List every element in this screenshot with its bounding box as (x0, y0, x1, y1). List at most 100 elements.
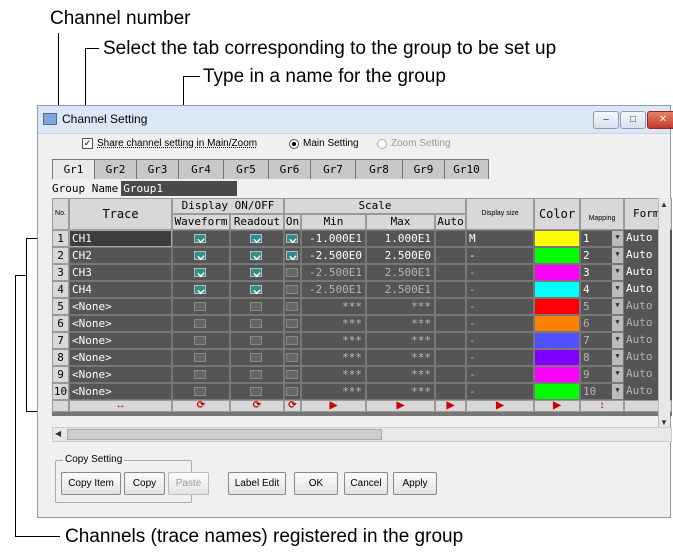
tab-gr4[interactable]: Gr4 (178, 159, 224, 179)
readout-checkbox[interactable] (250, 302, 262, 311)
mapping-select[interactable]: 1 ▼ (580, 230, 624, 247)
horizontal-scrollbar[interactable]: ◀ (52, 427, 672, 442)
readout-checkbox[interactable] (250, 370, 262, 379)
scroll-up-icon[interactable]: ▲ (660, 200, 668, 209)
paste-button[interactable]: Paste (168, 472, 209, 495)
scale-on-checkbox[interactable] (286, 268, 298, 277)
scale-max-field[interactable]: 2.500E0 (366, 247, 435, 264)
scale-min-field[interactable]: -2.500E1 (301, 281, 366, 298)
readout-checkbox[interactable] (250, 336, 262, 345)
waveform-checkbox[interactable] (194, 285, 206, 294)
scale-min-field[interactable]: -2.500E0 (301, 247, 366, 264)
trace-select[interactable]: <None> (69, 332, 172, 349)
trace-select[interactable]: <None> (69, 315, 172, 332)
scale-max-field[interactable]: *** (366, 315, 435, 332)
scale-auto-button[interactable] (435, 281, 466, 298)
tab-gr1[interactable]: Gr1 (52, 159, 95, 179)
scale-auto-button[interactable] (435, 230, 466, 247)
trace-select[interactable]: CH1 (69, 230, 172, 247)
scale-max-field[interactable]: *** (366, 349, 435, 366)
zoom-setting-option[interactable]: Zoom Setting (377, 138, 450, 149)
chevron-down-icon[interactable]: ▼ (612, 367, 623, 382)
color-swatch[interactable] (534, 298, 580, 315)
scale-max-field[interactable]: *** (366, 383, 435, 400)
scale-max-field[interactable]: 2.500E1 (366, 281, 435, 298)
scale-on-checkbox[interactable] (286, 234, 298, 243)
display-size-select[interactable]: - (466, 349, 534, 366)
scale-max-field[interactable]: *** (366, 298, 435, 315)
close-icon[interactable]: ✕ (647, 111, 673, 129)
chevron-down-icon[interactable]: ▼ (612, 384, 623, 399)
scroll-down-icon[interactable]: ▼ (660, 418, 668, 427)
color-swatch[interactable] (534, 264, 580, 281)
scale-on-checkbox[interactable] (286, 319, 298, 328)
vertical-scrollbar[interactable]: ▲ ▼ (658, 198, 670, 429)
display-size-select[interactable]: - (466, 383, 534, 400)
scale-min-field[interactable]: *** (301, 366, 366, 383)
readout-checkbox[interactable] (250, 353, 262, 362)
display-size-select[interactable]: - (466, 366, 534, 383)
chevron-down-icon[interactable]: ▼ (612, 248, 623, 263)
scroll-left-icon[interactable]: ◀ (55, 429, 61, 438)
color-swatch[interactable] (534, 366, 580, 383)
tab-gr3[interactable]: Gr3 (136, 159, 179, 179)
jump-icon[interactable]: ▶ (435, 400, 466, 412)
width-arrow-icon[interactable]: ↔ (69, 400, 172, 412)
display-size-select[interactable]: - (466, 247, 534, 264)
apply-button[interactable]: Apply (393, 472, 437, 495)
mapping-select[interactable]: 4 ▼ (580, 281, 624, 298)
waveform-checkbox[interactable] (194, 302, 206, 311)
mapping-select[interactable]: 6 ▼ (580, 315, 624, 332)
waveform-checkbox[interactable] (194, 234, 206, 243)
trace-select[interactable]: <None> (69, 349, 172, 366)
scale-min-field[interactable]: -1.000E1 (301, 230, 366, 247)
readout-checkbox[interactable] (250, 319, 262, 328)
color-swatch[interactable] (534, 281, 580, 298)
color-swatch[interactable] (534, 383, 580, 400)
trace-select[interactable]: CH4 (69, 281, 172, 298)
main-setting-option[interactable]: Main Setting (289, 138, 359, 149)
mapping-select[interactable]: 9 ▼ (580, 366, 624, 383)
scale-min-field[interactable]: *** (301, 332, 366, 349)
readout-checkbox[interactable] (250, 234, 262, 243)
chevron-down-icon[interactable]: ▼ (612, 282, 623, 297)
tab-gr7[interactable]: Gr7 (310, 159, 356, 179)
readout-checkbox[interactable] (250, 387, 262, 396)
group-name-input[interactable]: Group1 (121, 181, 238, 196)
scale-auto-button[interactable] (435, 298, 466, 315)
scale-max-field[interactable]: 2.500E1 (366, 264, 435, 281)
scale-on-checkbox[interactable] (286, 336, 298, 345)
share-checkbox[interactable]: ✓ (82, 138, 93, 149)
scale-on-checkbox[interactable] (286, 370, 298, 379)
cancel-button[interactable]: Cancel (344, 472, 388, 495)
display-size-select[interactable]: - (466, 332, 534, 349)
waveform-checkbox[interactable] (194, 268, 206, 277)
chevron-down-icon[interactable]: ▼ (612, 333, 623, 348)
scale-auto-button[interactable] (435, 366, 466, 383)
mapping-select[interactable]: 7 ▼ (580, 332, 624, 349)
scale-on-checkbox[interactable] (286, 285, 298, 294)
main-setting-radio[interactable] (289, 138, 299, 149)
waveform-checkbox[interactable] (194, 387, 206, 396)
color-swatch[interactable] (534, 247, 580, 264)
waveform-checkbox[interactable] (194, 336, 206, 345)
waveform-checkbox[interactable] (194, 251, 206, 260)
mapping-select[interactable]: 2 ▼ (580, 247, 624, 264)
scale-auto-button[interactable] (435, 332, 466, 349)
trace-select[interactable]: <None> (69, 383, 172, 400)
maximize-icon[interactable]: □ (620, 111, 646, 129)
color-swatch[interactable] (534, 349, 580, 366)
scale-min-field[interactable]: *** (301, 298, 366, 315)
scale-min-field[interactable]: *** (301, 383, 366, 400)
tab-gr6[interactable]: Gr6 (268, 159, 311, 179)
color-swatch[interactable] (534, 332, 580, 349)
tab-gr8[interactable]: Gr8 (355, 159, 403, 179)
scale-min-field[interactable]: *** (301, 349, 366, 366)
tab-gr2[interactable]: Gr2 (94, 159, 137, 179)
jump-icon[interactable]: ▶ (301, 400, 366, 412)
refresh-icon[interactable]: ⟳ (230, 400, 284, 412)
mapping-select[interactable]: 8 ▼ (580, 349, 624, 366)
refresh-icon[interactable]: ⟳ (172, 400, 230, 412)
chevron-down-icon[interactable]: ▼ (612, 231, 623, 246)
scale-on-checkbox[interactable] (286, 251, 298, 260)
